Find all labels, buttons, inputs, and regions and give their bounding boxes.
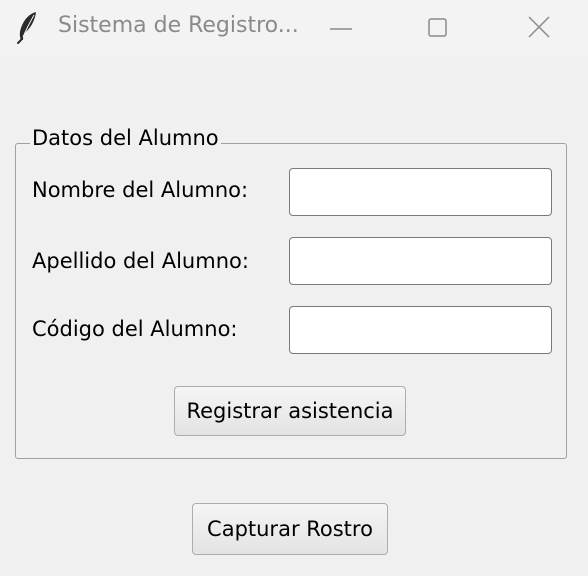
student-code-input[interactable] (289, 306, 552, 354)
minimize-button[interactable] (306, 0, 376, 56)
title-bar[interactable]: Sistema de Registro... (0, 0, 588, 56)
student-code-label: Código del Alumno: (32, 317, 238, 341)
first-name-label: Nombre del Alumno: (32, 178, 249, 202)
window-title: Sistema de Registro... (58, 13, 299, 38)
close-button[interactable] (504, 0, 574, 56)
close-icon (528, 16, 550, 38)
capture-face-button[interactable]: Capturar Rostro (192, 503, 388, 555)
last-name-label: Apellido del Alumno: (32, 249, 249, 273)
register-attendance-button[interactable]: Registrar asistencia (174, 386, 406, 436)
maximize-button[interactable] (400, 0, 470, 56)
feather-icon (14, 10, 42, 44)
group-legend: Datos del Alumno (30, 126, 221, 150)
first-name-input[interactable] (289, 168, 552, 216)
app-window: Sistema de Registro... Datos del Alumno … (0, 0, 588, 576)
last-name-input[interactable] (289, 237, 552, 285)
minimize-icon (330, 28, 352, 30)
maximize-icon (428, 18, 447, 37)
